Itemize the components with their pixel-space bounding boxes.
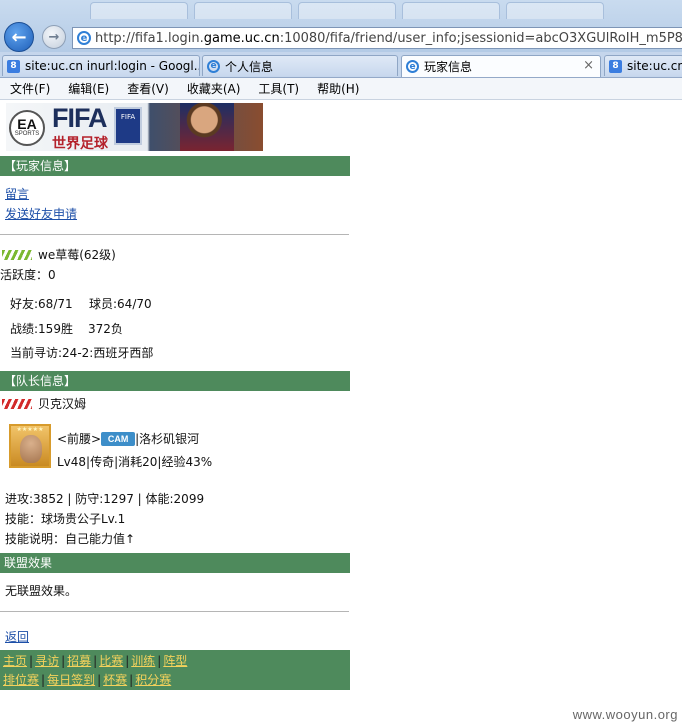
ghost-tab	[194, 2, 292, 19]
page-content: EA SPORTS FIFA 世界足球 FIFA 【玩家信息】 留言 发送好友申…	[0, 101, 682, 724]
back-arrow-icon: ←	[11, 26, 27, 48]
tab-label: site:uc.cn inurl:login - Googl...	[25, 59, 200, 73]
ea-logo-text: EA	[17, 116, 37, 132]
background-window-tabs	[90, 2, 604, 20]
player-face-icon	[20, 435, 42, 463]
ie-icon: e	[207, 59, 220, 73]
tab-google-search[interactable]: 8 site:uc.cn inurl:login - Googl...	[2, 55, 200, 76]
google-icon: 8	[609, 59, 622, 73]
record-wins: 战绩:159胜	[10, 322, 73, 336]
tab-player-info[interactable]: e 玩家信息 ×	[401, 55, 601, 77]
fifa-banner: EA SPORTS FIFA 世界足球 FIFA	[6, 103, 263, 151]
ghost-tab	[90, 2, 188, 19]
nav-visit[interactable]: 寻访	[35, 654, 59, 668]
message-link[interactable]: 留言	[5, 185, 29, 202]
menu-favorites[interactable]: 收藏夹(A)	[187, 80, 241, 97]
menu-file[interactable]: 文件(F)	[10, 80, 50, 97]
nav-separator: |	[29, 654, 34, 668]
nav-match[interactable]: 比赛	[99, 654, 123, 668]
menu-help[interactable]: 帮助(H)	[317, 80, 359, 97]
stars-icon: ★★★★★	[16, 426, 44, 433]
green-stripes-icon	[2, 250, 32, 260]
tab-google-site[interactable]: 8 site:uc.cn	[604, 55, 682, 76]
nav-separator: |	[129, 673, 134, 687]
forward-button[interactable]: →	[42, 25, 66, 49]
cam-badge: CAM	[101, 432, 136, 446]
forward-arrow-icon: →	[48, 29, 60, 45]
close-icon[interactable]: ×	[583, 58, 594, 73]
nav-row-1: 主页 | 寻访 | 招募 | 比赛 | 训练 | 阵型	[3, 652, 350, 671]
captain-info-header: 【队长信息】	[0, 371, 350, 391]
nav-separator: |	[41, 673, 46, 687]
url-prefix: http://fifa1.login.	[95, 30, 204, 46]
ghost-tab	[298, 2, 396, 19]
back-button[interactable]: ←	[4, 22, 34, 52]
url-text[interactable]: http://fifa1.login.game.uc.cn:10080/fifa…	[95, 31, 682, 46]
nav-formation[interactable]: 阵型	[163, 654, 187, 668]
send-friend-request-link[interactable]: 发送好友申请	[5, 205, 77, 222]
menu-view[interactable]: 查看(V)	[127, 80, 169, 97]
captain-stats-line: Lv48|传奇|消耗20|经验43%	[57, 455, 213, 469]
nav-separator: |	[97, 673, 102, 687]
bottom-navigation: 主页 | 寻访 | 招募 | 比赛 | 训练 | 阵型 排位赛 | 每日签到 | 杯赛 | 积分赛	[0, 650, 350, 690]
nav-daily-checkin[interactable]: 每日签到	[47, 673, 95, 687]
sports-logo-text: SPORTS	[14, 131, 40, 137]
nav-home[interactable]: 主页	[3, 654, 27, 668]
current-visit: 当前寻访:24-2:西班牙西部	[10, 346, 154, 360]
fifa-logo-text: FIFA	[52, 103, 107, 133]
players-count: 球员:64/70	[89, 297, 152, 311]
nav-cup[interactable]: 杯赛	[103, 673, 127, 687]
tab-bar: 8 site:uc.cn inurl:login - Googl... e 个人…	[0, 52, 682, 78]
ie-icon: e	[406, 60, 419, 73]
ghost-tab	[506, 2, 604, 19]
url-rest: :10080/fifa/friend/user_info;jsessionid=…	[279, 30, 682, 46]
friends-count: 好友:68/71	[10, 297, 73, 311]
back-link[interactable]: 返回	[5, 628, 29, 645]
alliance-effect-header: 联盟效果	[0, 553, 350, 573]
menu-tools[interactable]: 工具(T)	[258, 80, 299, 97]
captain-position-row: <前腰> CAM |洛杉矶银河	[57, 430, 199, 447]
captain-name: 贝克汉姆	[38, 397, 87, 411]
address-bar[interactable]: e http://fifa1.login.game.uc.cn:10080/fi…	[72, 27, 682, 49]
captain-team: |洛杉矶银河	[135, 432, 200, 446]
nav-separator: |	[61, 654, 66, 668]
tab-label: 玩家信息	[424, 60, 473, 74]
nav-row-2: 排位赛 | 每日签到 | 杯赛 | 积分赛	[3, 671, 350, 690]
nav-ranked-match[interactable]: 排位赛	[3, 673, 39, 687]
red-stripes-icon	[2, 399, 32, 409]
player-name-row: we草莓(62级)	[2, 246, 116, 263]
position-label: <前腰>	[57, 432, 102, 446]
tab-label: 个人信息	[225, 59, 274, 74]
nav-recruit[interactable]: 招募	[67, 654, 91, 668]
player-name-level: we草莓(62级)	[38, 248, 116, 262]
ie-icon: e	[77, 31, 91, 45]
tab-label: site:uc.cn	[627, 59, 682, 73]
watermark: www.wooyun.org	[572, 707, 678, 722]
menu-edit[interactable]: 编辑(E)	[68, 80, 109, 97]
captain-attributes: 进攻:3852 | 防守:1297 | 体能:2099	[5, 492, 205, 506]
fifa-badge: FIFA	[114, 107, 142, 145]
divider	[0, 611, 349, 612]
nav-separator: |	[93, 654, 98, 668]
menu-bar: 文件(F) 编辑(E) 查看(V) 收藏夹(A) 工具(T) 帮助(H)	[0, 78, 682, 100]
tab-personal-info[interactable]: e 个人信息	[202, 55, 398, 76]
record-losses: 372负	[88, 322, 123, 336]
captain-avatar[interactable]: ★★★★★	[9, 424, 51, 468]
browser-titlebar: ← → e http://fifa1.login.game.uc.cn:1008…	[0, 0, 682, 52]
activity-level: 活跃度：0	[0, 268, 56, 282]
banner-player-image	[180, 103, 234, 151]
player-info-header: 【玩家信息】	[0, 156, 350, 176]
ghost-tab	[402, 2, 500, 19]
google-icon: 8	[7, 59, 20, 73]
url-domain: game.uc.cn	[203, 30, 280, 46]
banner-subtitle: 世界足球	[52, 136, 108, 151]
captain-skill: 技能：球场贵公子Lv.1	[5, 512, 126, 526]
nav-training[interactable]: 训练	[131, 654, 155, 668]
captain-skill-description: 技能说明：自己能力值↑	[5, 532, 136, 546]
captain-name-row: 贝克汉姆	[2, 395, 86, 412]
nav-points-match[interactable]: 积分赛	[135, 673, 171, 687]
ea-sports-logo: EA SPORTS	[9, 110, 45, 146]
divider	[0, 234, 349, 235]
alliance-effect-text: 无联盟效果。	[5, 584, 78, 598]
